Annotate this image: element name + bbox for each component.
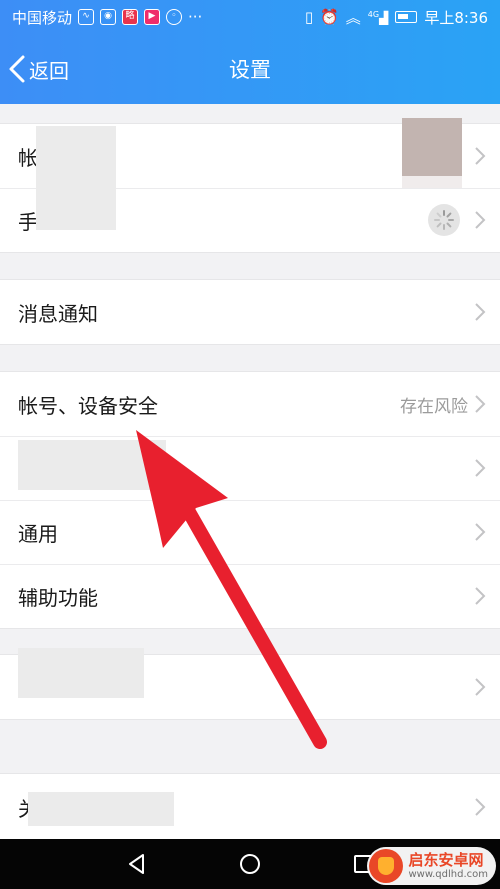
carrier-label: 中国移动 xyxy=(12,8,73,27)
loading-spinner-icon xyxy=(428,204,460,236)
chevron-right-icon xyxy=(475,523,486,541)
video-app-icon: ▶ xyxy=(144,9,161,25)
chat-app-icon: ◦ xyxy=(166,9,183,25)
wifi-icon: ︽ xyxy=(345,8,361,27)
status-bar: 中国移动 ∿ ◉ 略 ▶ ◦ ··· ▯ ⏰ ︽ 4G▟ 早上8:36 xyxy=(0,0,500,34)
settings-row-notifications[interactable]: 消息通知 xyxy=(0,280,500,344)
watermark-logo-icon xyxy=(368,849,403,883)
chevron-right-icon xyxy=(475,587,486,605)
general-group: 帐号、设备安全 存在风险 通用 辅助功能 xyxy=(0,371,500,629)
nav-back-button[interactable] xyxy=(123,850,151,878)
more-notifications-icon: ··· xyxy=(188,8,203,26)
activity-icon: ∿ xyxy=(78,9,95,25)
back-triangle-icon xyxy=(128,854,144,874)
chevron-right-icon xyxy=(475,459,486,477)
row-label: 帐 xyxy=(18,145,38,170)
redacted-account-name xyxy=(36,126,116,230)
watermark-brand: 启东安卓网 xyxy=(408,851,484,870)
watermark-url: www.qdlhd.com xyxy=(408,868,489,880)
chevron-right-icon xyxy=(475,395,486,413)
nav-home-button[interactable] xyxy=(236,850,264,878)
vibrate-icon: ▯ xyxy=(304,8,314,26)
site-watermark: 启东安卓网 www.qdlhd.com xyxy=(366,847,496,885)
page-title: 设置 xyxy=(229,58,271,82)
battery-icon xyxy=(395,11,418,23)
row-label: 手 xyxy=(18,209,38,234)
settings-row-accessibility[interactable]: 辅助功能 xyxy=(0,564,500,628)
row-label: 通用 xyxy=(18,521,58,546)
chevron-right-icon xyxy=(475,211,486,229)
redacted-row-label xyxy=(18,440,166,490)
redacted-avatar xyxy=(402,118,462,176)
chevron-right-icon xyxy=(475,798,486,816)
app-notification-icon: ◉ xyxy=(100,9,117,25)
home-circle-icon xyxy=(239,854,260,874)
signal-icon: 4G▟ xyxy=(367,9,389,25)
redacted-avatar-edge xyxy=(402,176,462,188)
chevron-right-icon xyxy=(475,303,486,321)
alarm-icon: ⏰ xyxy=(320,8,339,26)
row-label: 帐号、设备安全 xyxy=(18,393,158,418)
row-label: 消息通知 xyxy=(18,301,98,326)
settings-row-general[interactable]: 通用 xyxy=(0,500,500,564)
redacted-row-label xyxy=(18,648,144,698)
chevron-right-icon xyxy=(475,147,486,165)
row-label: 辅助功能 xyxy=(18,585,98,610)
notification-group: 消息通知 xyxy=(0,279,500,345)
settings-row-account-security[interactable]: 帐号、设备安全 存在风险 xyxy=(0,372,500,436)
clock-label: 早上8:36 xyxy=(424,8,488,27)
app-notification-red-icon: 略 xyxy=(122,9,139,25)
chevron-right-icon xyxy=(475,678,486,696)
risk-status: 存在风险 xyxy=(400,396,468,417)
title-bar: 返回 设置 xyxy=(0,34,500,104)
redacted-row-label xyxy=(28,792,174,826)
